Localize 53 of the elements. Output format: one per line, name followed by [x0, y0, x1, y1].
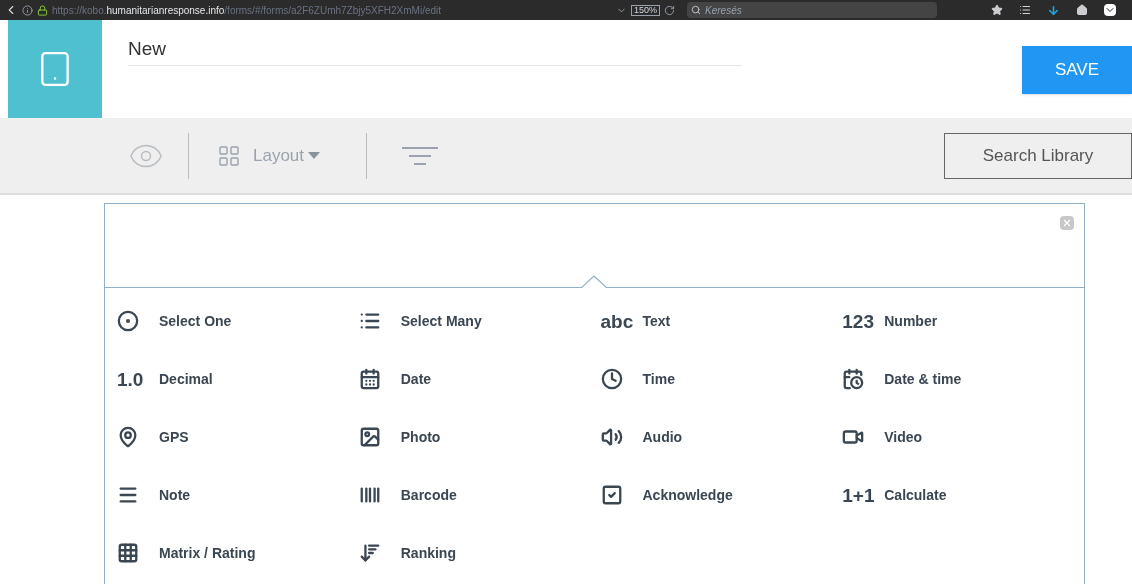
- star-icon[interactable]: [991, 4, 1003, 16]
- question-type-item[interactable]: GPS: [117, 422, 347, 452]
- lines-icon: [117, 484, 139, 506]
- type-glyph: 1.0: [117, 369, 144, 389]
- layout-icon: [217, 143, 241, 168]
- zoom-level[interactable]: 150%: [631, 4, 661, 16]
- map-pin-icon: [117, 426, 139, 448]
- question-type-item[interactable]: Date: [358, 364, 589, 394]
- question-type-item[interactable]: Barcode: [358, 480, 589, 510]
- type-glyph: 1+1: [842, 485, 875, 505]
- close-icon: [1062, 218, 1072, 228]
- reload-icon[interactable]: [664, 4, 676, 16]
- question-type-item[interactable]: Matrix / Rating: [117, 538, 347, 568]
- question-type-item[interactable]: 1.0 Decimal: [117, 364, 347, 394]
- home-icon[interactable]: [1076, 4, 1088, 16]
- question-type-item[interactable]: Video: [842, 422, 1073, 452]
- question-type-item[interactable]: Acknowledge: [600, 480, 831, 510]
- search-library-button[interactable]: Search Library: [944, 132, 1132, 179]
- search-input[interactable]: Keresés: [705, 2, 906, 18]
- calendar-clock-icon: [842, 368, 865, 390]
- info-icon[interactable]: [22, 4, 33, 16]
- form-title-field[interactable]: New: [128, 32, 742, 66]
- type-glyph: abc: [600, 311, 634, 331]
- download-icon[interactable]: [1047, 3, 1060, 17]
- lock-icon: [37, 4, 48, 16]
- image-icon: [358, 426, 381, 448]
- question-type-item[interactable]: 1+1 Calculate: [842, 480, 1073, 510]
- list-icon: [358, 310, 381, 332]
- url-text[interactable]: https://kobo.humanitarianresponse.info/forms/#/forms/a2F6ZUmh7Zbjy5XFH2XmMi/edit: [52, 2, 612, 18]
- caret-icon: [308, 152, 321, 159]
- question-type-item[interactable]: Time: [600, 364, 831, 394]
- grid-icon: [117, 542, 139, 564]
- question-type-item[interactable]: Note: [117, 480, 347, 510]
- radio-button-icon: [117, 310, 139, 332]
- question-type-item[interactable]: 123 Number: [842, 306, 1073, 336]
- question-type-item[interactable]: Date & time: [842, 364, 1073, 394]
- logo-tile[interactable]: [8, 20, 102, 118]
- question-type-item[interactable]: Photo: [358, 422, 589, 452]
- type-glyph: 123: [842, 311, 874, 331]
- search-icon: [691, 5, 702, 15]
- question-type-item[interactable]: abc Text: [600, 306, 831, 336]
- calendar-icon: [358, 368, 381, 390]
- question-type-item[interactable]: Audio: [600, 422, 831, 452]
- speaker-icon: [600, 426, 623, 448]
- question-type-item[interactable]: Select One: [117, 306, 347, 336]
- browser-search-field[interactable]: Keresés: [687, 2, 938, 18]
- checkbox-icon: [600, 484, 623, 506]
- reading-list-icon[interactable]: [1019, 4, 1031, 16]
- clock-icon: [600, 368, 623, 390]
- question-type-item[interactable]: Select Many: [358, 306, 589, 336]
- question-type-item[interactable]: Ranking: [358, 538, 589, 568]
- sort-icon: [358, 542, 381, 564]
- barcode-icon: [358, 484, 381, 506]
